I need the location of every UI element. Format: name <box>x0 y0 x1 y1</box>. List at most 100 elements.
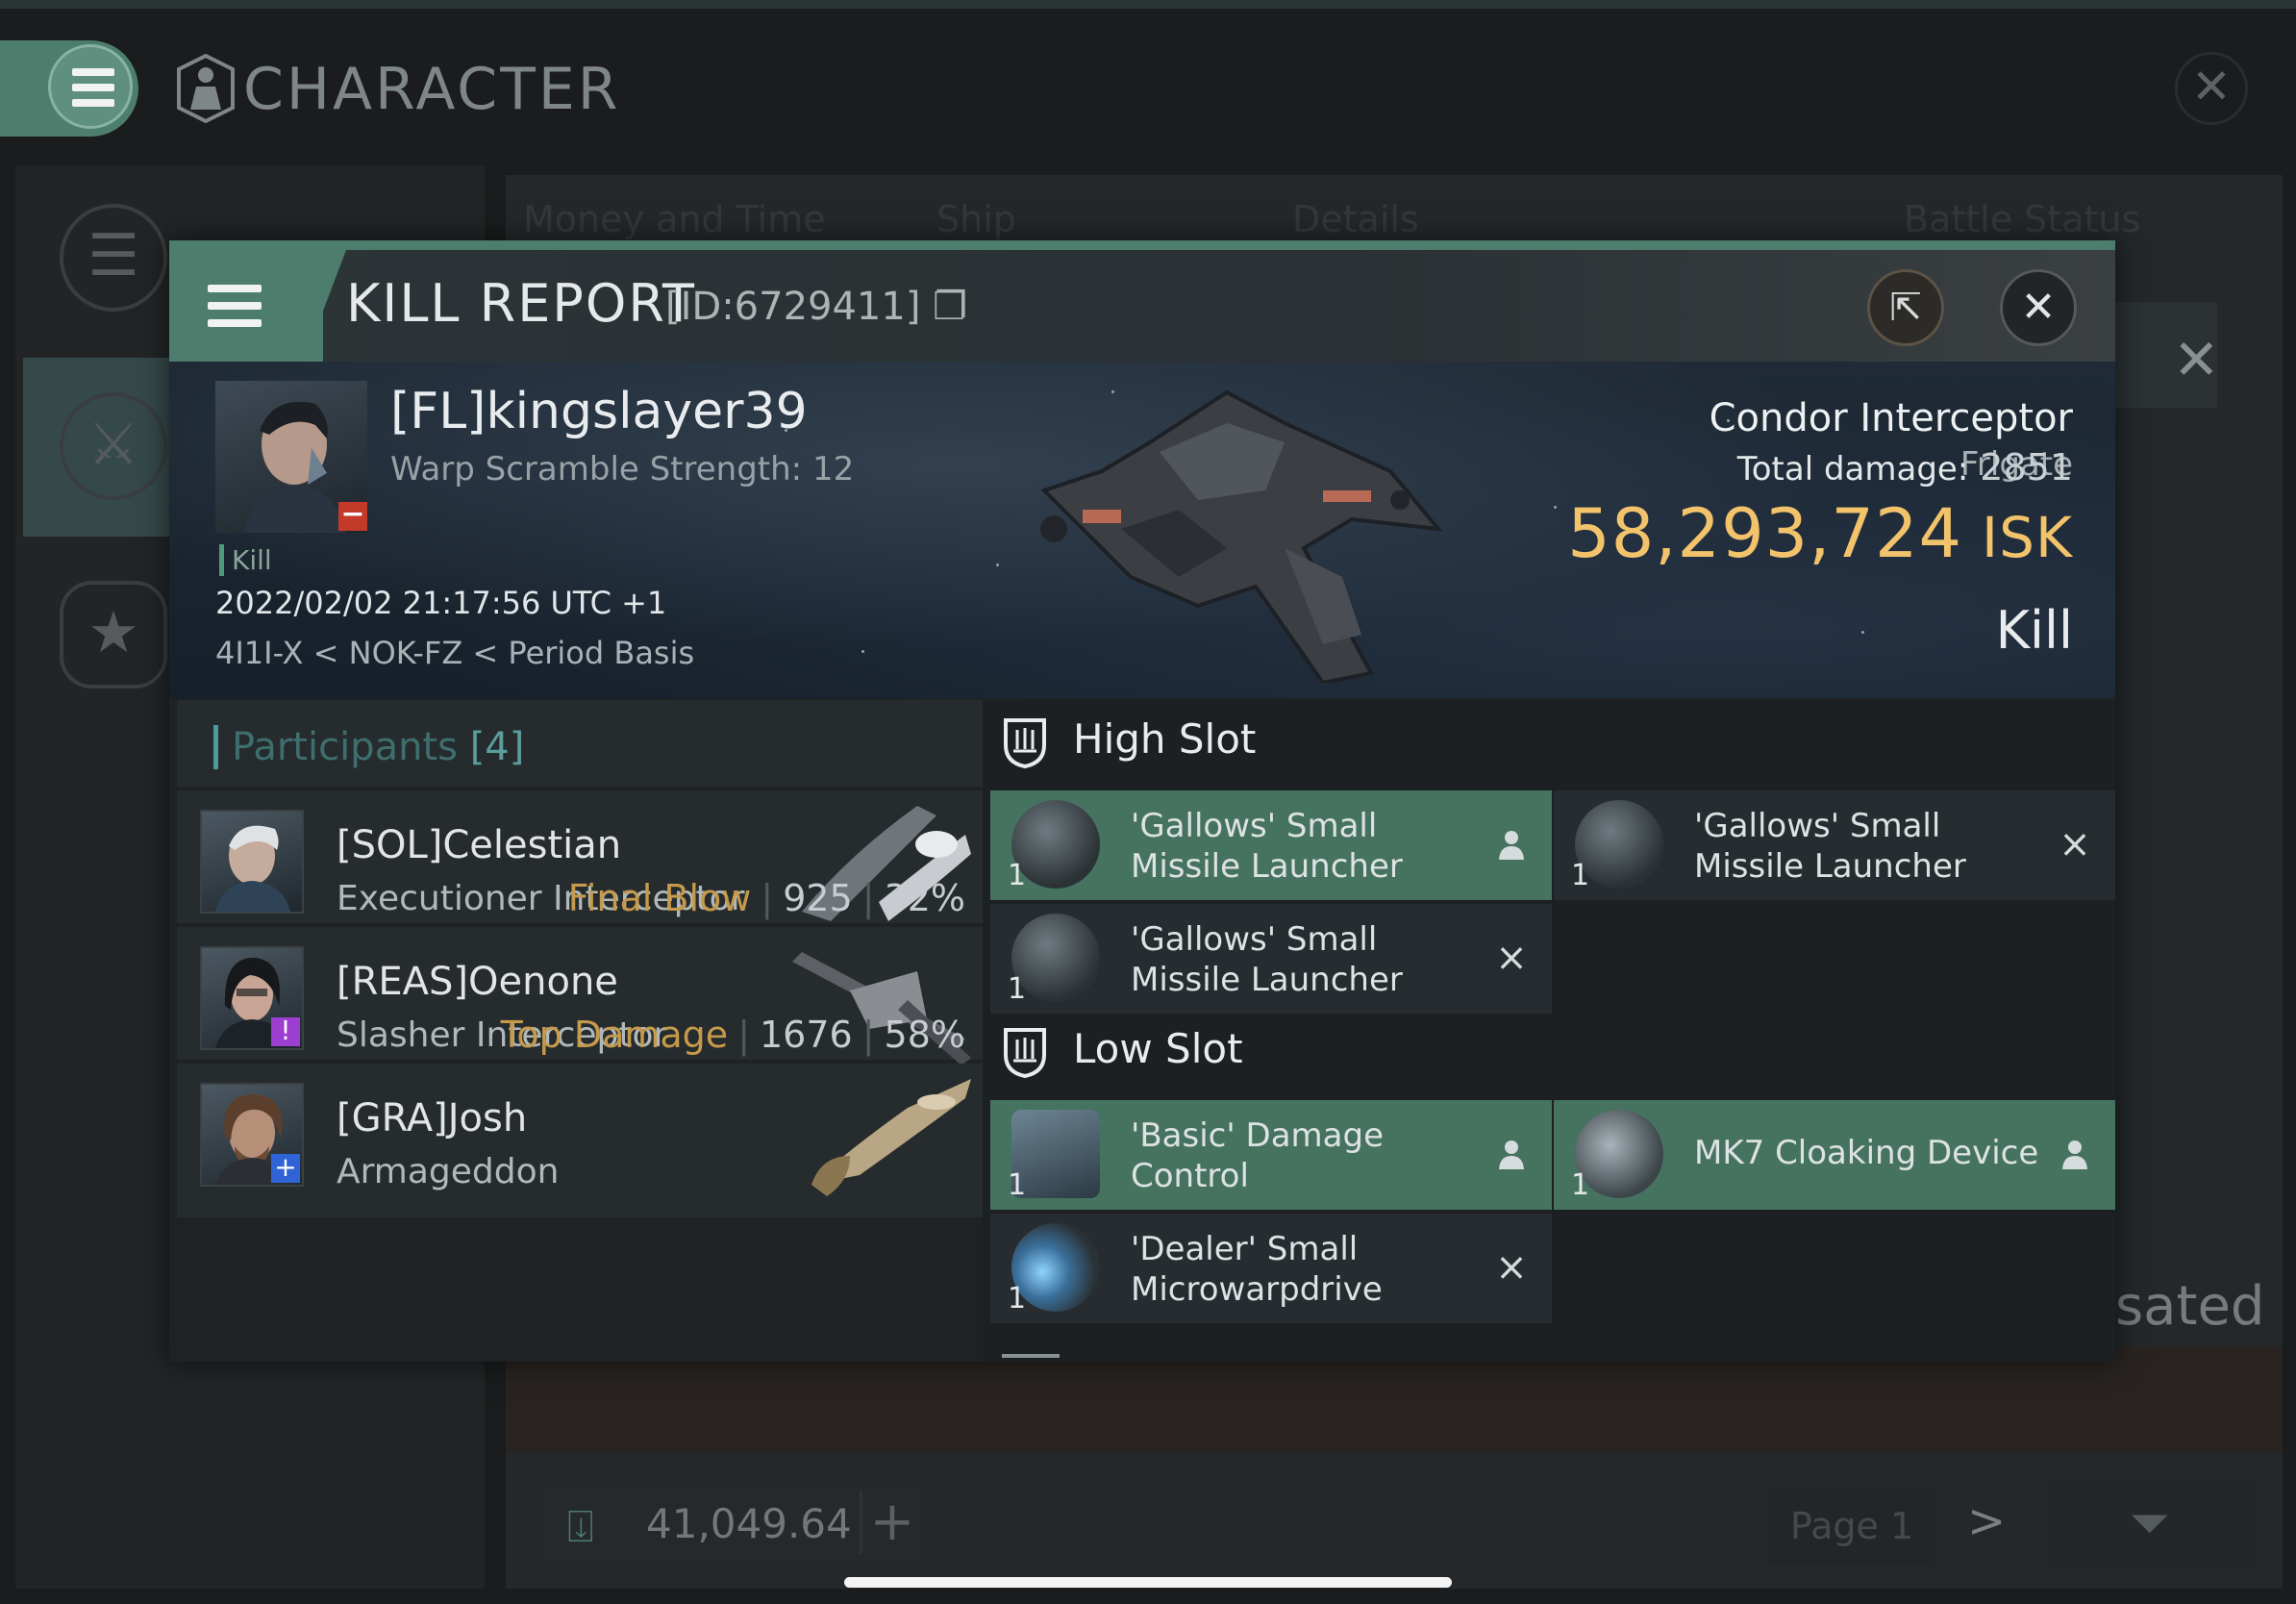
participant-row[interactable]: ! [REAS]Oenone Slasher Interceptor Top D… <box>177 927 983 1065</box>
background-status-text: sated <box>2115 1275 2265 1338</box>
participant-row[interactable]: + [GRA]Josh Armageddon <box>177 1064 983 1217</box>
tab-ship[interactable]: Ship <box>936 198 1016 240</box>
module-quantity: 1 <box>1571 859 1590 892</box>
participant-ship: Armageddon <box>337 1152 560 1191</box>
participant-ship-render <box>811 1079 971 1196</box>
kill-tag: Kill <box>219 544 272 576</box>
corp-standing-badge: − <box>338 500 367 531</box>
star-icon[interactable]: ★ <box>60 581 167 689</box>
participant-damage: 925 <box>783 877 853 919</box>
tab-battle-status[interactable]: Battle Status <box>1904 198 2140 240</box>
main-menu-button[interactable] <box>0 40 138 137</box>
module-item[interactable]: 1 'Gallows' Small Missile Launcher × <box>990 904 1552 1014</box>
dropped-person-icon <box>1492 825 1531 864</box>
participant-tag: Final Blow <box>567 877 752 919</box>
next-slot-header-cutoff <box>1002 1354 1060 1362</box>
low-slot-label: Low Slot <box>1073 1025 1243 1072</box>
participant-stats: Final Blow | 925 | 32% <box>567 877 965 919</box>
participant-percent: 58% <box>884 1014 965 1056</box>
module-quantity: 1 <box>1571 1168 1590 1202</box>
participant-row[interactable]: [SOL]Celestian Executioner Interceptor F… <box>177 790 983 923</box>
swords-icon[interactable]: ⚔ <box>60 392 167 500</box>
tools-icon[interactable]: ✕ <box>2173 327 2220 392</box>
ship-name[interactable]: Condor Interceptor <box>1710 396 2073 440</box>
top-border <box>0 0 2296 9</box>
fitting-panel: High Slot 1 'Gallows' Small Missile Laun… <box>983 700 2115 1362</box>
page-indicator: Page 1 <box>1769 1487 1934 1566</box>
window-accent-bar <box>169 240 2115 250</box>
isk-value: 58,293,724 <box>1567 494 1963 573</box>
dropped-person-icon <box>1492 1135 1531 1173</box>
module-item[interactable]: 1 'Gallows' Small Missile Launcher <box>990 790 1552 900</box>
module-quantity: 1 <box>1008 972 1027 1006</box>
victim-name[interactable]: [FL]kingslayer39 <box>390 383 808 440</box>
high-slot-header: High Slot <box>1002 715 1256 768</box>
isk-balance: 41,049.64 <box>646 1500 852 1547</box>
kill-report-title: KILL REPORT <box>346 273 696 334</box>
participants-count: [4] <box>469 725 525 769</box>
participant-portrait: ! <box>200 946 304 1050</box>
warp-scramble-strength: Warp Scramble Strength: 12 <box>390 450 855 489</box>
participant-percent: 32% <box>884 877 965 919</box>
plus-standing-badge: + <box>271 1154 300 1183</box>
destroyed-x-icon: × <box>1495 936 1528 980</box>
module-item[interactable]: 1 'Basic' Damage Control <box>990 1100 1552 1210</box>
high-slot-icon <box>1004 717 1046 768</box>
background-banner <box>506 1346 2283 1452</box>
participant-tag: Top Damage <box>500 1014 729 1056</box>
hamburger-icon <box>48 44 133 129</box>
standing-badge: ! <box>271 1017 300 1046</box>
tab-money-and-time[interactable]: Money and Time <box>523 198 826 240</box>
share-button[interactable]: ⇱ <box>1867 269 1944 346</box>
home-indicator[interactable] <box>844 1577 1452 1588</box>
participant-portrait-image <box>215 825 290 912</box>
module-quantity: 1 <box>1008 859 1027 892</box>
destroyed-x-icon: × <box>2059 822 2091 866</box>
module-name: 'Gallows' Small Missile Launcher <box>1131 807 1403 886</box>
participant-name[interactable]: [SOL]Celestian <box>337 823 621 867</box>
module-name: MK7 Cloaking Device <box>1694 1134 2039 1172</box>
outcome-label: Kill <box>1995 600 2073 661</box>
module-item[interactable]: 1 MK7 Cloaking Device <box>1554 1100 2115 1210</box>
module-name: 'Gallows' Small Missile Launcher <box>1694 807 1966 886</box>
kill-report-menu-button[interactable] <box>169 250 323 362</box>
low-slot-header: Low Slot <box>1002 1025 1243 1078</box>
participants-tab[interactable]: Participants [4] <box>213 725 524 769</box>
participant-name[interactable]: [REAS]Oenone <box>337 960 618 1004</box>
destroyed-x-icon: × <box>1495 1245 1528 1290</box>
kill-report-id: [ID:6729411] ❐ <box>665 285 967 329</box>
wallet-icon: ⍗ <box>567 1500 594 1552</box>
close-button[interactable]: ✕ <box>2000 269 2077 346</box>
menu-slant <box>304 250 346 362</box>
copy-icon[interactable]: ❐ <box>933 285 967 329</box>
module-quantity: 1 <box>1008 1282 1027 1316</box>
high-slot-label: High Slot <box>1073 715 1257 763</box>
isk-unit: ISK <box>1982 505 2073 570</box>
add-isk-button[interactable]: + <box>860 1491 922 1554</box>
module-item[interactable]: 1 'Gallows' Small Missile Launcher × <box>1554 790 2115 900</box>
participants-label: Participants <box>232 725 458 769</box>
kill-report-id-text: [ID:6729411] <box>665 285 921 329</box>
module-name: 'Basic' Damage Control <box>1131 1116 1384 1195</box>
low-slot-icon <box>1004 1027 1046 1078</box>
participant-damage: 1676 <box>760 1014 853 1056</box>
next-page-icon[interactable]: > <box>1967 1494 2006 1548</box>
total-damage-label: Total damage: <box>1736 450 1969 489</box>
close-icon[interactable]: ✕ <box>2175 52 2248 125</box>
participant-name[interactable]: [GRA]Josh <box>337 1096 527 1140</box>
page-title: CHARACTER <box>243 56 621 123</box>
victim-ship-render <box>1040 389 1443 683</box>
list-icon[interactable]: ☰ <box>60 204 167 312</box>
module-name: 'Dealer' Small Microwarpdrive <box>1131 1230 1383 1309</box>
kill-timestamp: 2022/02/02 21:17:56 UTC +1 <box>215 585 667 621</box>
total-damage-value: 2851 <box>1980 446 2073 489</box>
module-name: 'Gallows' Small Missile Launcher <box>1131 920 1403 999</box>
module-quantity: 1 <box>1008 1168 1027 1202</box>
participant-stats: Top Damage | 1676 | 58% <box>500 1014 965 1056</box>
tab-details[interactable]: Details <box>1292 198 1419 240</box>
filter-icon[interactable]: ⏷ <box>2044 1475 2256 1571</box>
module-item[interactable]: 1 'Dealer' Small Microwarpdrive × <box>990 1214 1552 1323</box>
kill-location[interactable]: 4I1I-X < NOK-FZ < Period Basis <box>215 635 694 671</box>
kill-report-window: KILL REPORT [ID:6729411] ❐ ⇱ ✕ − [FL]kin… <box>169 240 2115 1362</box>
dropped-person-icon <box>2056 1135 2094 1173</box>
